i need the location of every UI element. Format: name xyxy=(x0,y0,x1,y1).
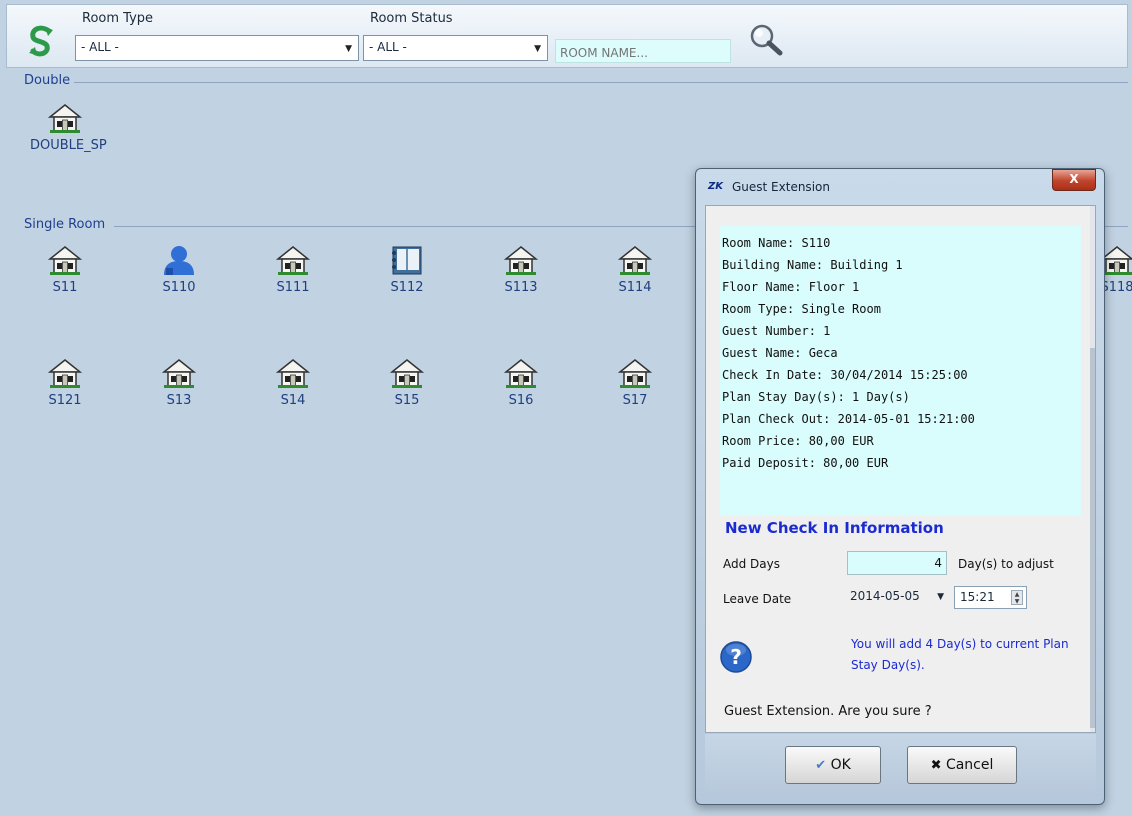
add-days-value: 4 xyxy=(934,556,942,570)
room-tile[interactable]: S11 xyxy=(30,244,100,295)
leave-date-select[interactable]: 2014-05-05 ▼ xyxy=(847,586,950,609)
room-name: S114 xyxy=(618,280,652,295)
add-days-label: Add Days xyxy=(723,557,780,571)
info-guest-name: Guest Name: Geca xyxy=(722,346,838,360)
house-icon xyxy=(617,359,653,388)
room-name: S112 xyxy=(390,280,424,295)
room-tile[interactable]: S13 xyxy=(144,357,214,408)
filter-toolbar: Room Type - ALL - ▼ Room Status - ALL - … xyxy=(6,4,1128,68)
room-tile[interactable]: S16 xyxy=(486,357,556,408)
room-name: S111 xyxy=(276,280,310,295)
info-building-name: Building Name: Building 1 xyxy=(722,258,903,272)
info-paid-deposit: Paid Deposit: 80,00 EUR xyxy=(722,456,889,470)
house-icon xyxy=(275,359,311,388)
house-icon xyxy=(503,246,539,275)
info-room-type: Room Type: Single Room xyxy=(722,302,881,316)
house-icon xyxy=(275,246,311,275)
info-plan-check-out: Plan Check Out: 2014-05-01 15:21:00 xyxy=(722,412,975,426)
room-name: S110 xyxy=(162,280,196,295)
section-title: New Check In Information xyxy=(725,519,944,537)
confirm-message: Guest Extension. Are you sure ? xyxy=(724,704,932,719)
room-name: S113 xyxy=(504,280,538,295)
room-name: DOUBLE_SP xyxy=(30,138,107,153)
room-name: S17 xyxy=(622,393,648,408)
spinner-arrows-icon[interactable]: ▲ ▼ xyxy=(1011,590,1023,605)
question-icon: ? xyxy=(720,641,752,673)
extension-note: You will add 4 Day(s) to current Plan St… xyxy=(851,637,1069,672)
house-icon xyxy=(503,359,539,388)
room-status-value: - ALL - xyxy=(369,40,407,54)
chevron-down-icon: ▼ xyxy=(937,592,944,602)
room-tile[interactable]: S121 xyxy=(30,357,100,408)
room-type-value: - ALL - xyxy=(81,40,119,54)
add-days-input[interactable]: 4 xyxy=(847,551,947,575)
group-header-single-room: Single Room xyxy=(24,217,106,232)
room-status-select[interactable]: - ALL - ▼ xyxy=(363,35,548,61)
house-icon xyxy=(161,359,197,388)
ok-label: OK xyxy=(830,757,851,773)
search-icon[interactable] xyxy=(747,23,787,57)
dialog-body: Room Name: S110 Building Name: Building … xyxy=(705,205,1096,733)
svg-text:?: ? xyxy=(730,645,742,669)
cancel-label: Cancel xyxy=(945,757,994,773)
guest-info-panel: Room Name: S110 Building Name: Building … xyxy=(720,226,1081,516)
leave-date-value: 2014-05-05 xyxy=(850,589,920,603)
info-room-price: Room Price: 80,00 EUR xyxy=(722,434,874,448)
room-tile[interactable]: S111 xyxy=(258,244,328,295)
check-icon: ✔ xyxy=(815,758,827,773)
house-icon xyxy=(617,246,653,275)
room-type-select[interactable]: - ALL - ▼ xyxy=(75,35,359,61)
room-tile-occupied[interactable]: S110 xyxy=(144,244,214,295)
room-tile[interactable]: S14 xyxy=(258,357,328,408)
app-logo: ZK xyxy=(708,181,723,192)
room-tile[interactable]: S114 xyxy=(600,244,670,295)
add-days-suffix: Day(s) to adjust xyxy=(958,557,1054,571)
room-tile[interactable]: DOUBLE_SP xyxy=(30,102,107,153)
room-tile[interactable]: S15 xyxy=(372,357,442,408)
house-icon xyxy=(47,359,83,388)
ok-button[interactable]: ✔ OK xyxy=(785,746,881,784)
info-check-in-date: Check In Date: 30/04/2014 15:25:00 xyxy=(722,368,968,382)
info-room-name: Room Name: S110 xyxy=(722,236,831,250)
refresh-icon[interactable] xyxy=(27,25,57,59)
info-plan-stay-days: Plan Stay Day(s): 1 Day(s) xyxy=(722,390,910,404)
close-icon: ✖ xyxy=(930,758,942,773)
dialog-title-bar[interactable]: ZK Guest Extension X xyxy=(696,169,1104,205)
room-name: S11 xyxy=(52,280,78,295)
room-name: S16 xyxy=(508,393,534,408)
house-icon xyxy=(47,104,83,133)
room-tile-reserved[interactable]: S112 xyxy=(372,244,442,295)
dialog-footer: ✔ OK ✖ Cancel xyxy=(705,734,1096,796)
room-tile[interactable]: S17 xyxy=(600,357,670,408)
house-icon xyxy=(47,246,83,275)
leave-time-value: 15:21 xyxy=(960,590,995,604)
guest-icon xyxy=(164,246,194,275)
chevron-down-icon: ▼ xyxy=(345,44,352,54)
dialog-title: Guest Extension xyxy=(732,180,830,194)
room-name-search-input[interactable] xyxy=(555,39,731,63)
house-icon xyxy=(389,359,425,388)
room-type-label: Room Type xyxy=(82,11,154,26)
room-name: S15 xyxy=(394,393,420,408)
leave-time-spinner[interactable]: 15:21 ▲ ▼ xyxy=(954,586,1027,609)
guest-extension-dialog: ZK Guest Extension X Room Name: S110 Bui… xyxy=(695,168,1105,805)
leave-date-label: Leave Date xyxy=(723,592,792,606)
book-icon xyxy=(392,246,422,275)
room-status-label: Room Status xyxy=(370,11,453,26)
close-icon: X xyxy=(1069,172,1079,186)
room-name: S13 xyxy=(166,393,192,408)
info-guest-number: Guest Number: 1 xyxy=(722,324,831,338)
chevron-down-icon: ▼ xyxy=(534,44,541,54)
cancel-button[interactable]: ✖ Cancel xyxy=(907,746,1017,784)
group-header-double: Double xyxy=(24,73,71,88)
group-divider xyxy=(74,82,1128,83)
info-floor-name: Floor Name: Floor 1 xyxy=(722,280,860,294)
room-name: S121 xyxy=(48,393,82,408)
close-button[interactable]: X xyxy=(1052,169,1096,191)
room-name: S14 xyxy=(280,393,306,408)
room-tile[interactable]: S113 xyxy=(486,244,556,295)
